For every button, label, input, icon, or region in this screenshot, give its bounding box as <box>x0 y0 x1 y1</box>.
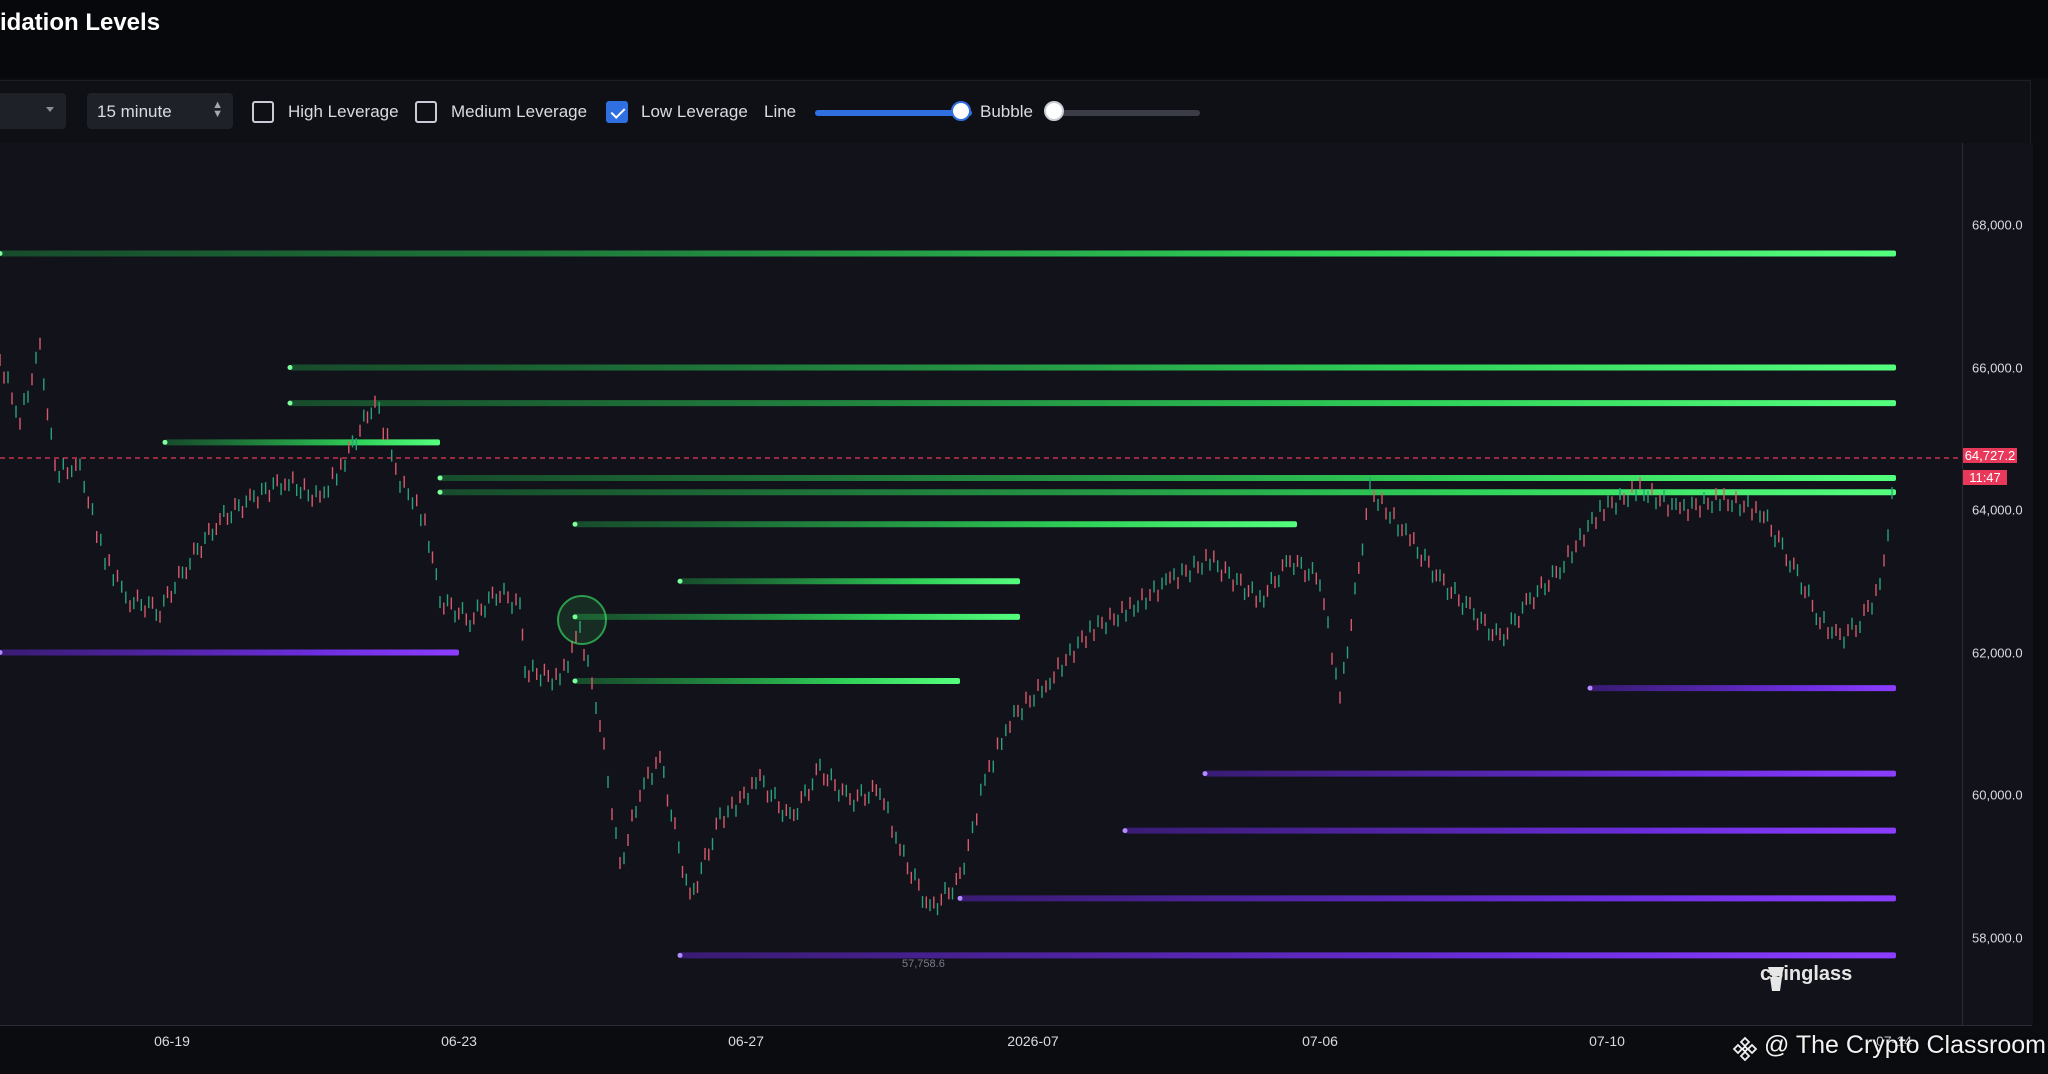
level-start-dot <box>437 475 443 481</box>
x-tick-label: 07-06 <box>1302 1033 1338 1049</box>
y-tick-label: 62,000.0 <box>1972 645 2023 661</box>
level-start-dot <box>1122 828 1128 834</box>
short-liquidation-level <box>680 952 1896 959</box>
binance-logo-icon <box>1732 1036 1758 1062</box>
x-tick-label: 06-23 <box>441 1033 477 1049</box>
long-liquidation-level <box>575 521 1297 528</box>
x-tick-label: 06-19 <box>154 1033 190 1049</box>
level-start-dot <box>1202 771 1208 777</box>
level-start-dot <box>1587 685 1593 691</box>
long-liquidation-level <box>440 489 1896 496</box>
long-liquidation-level <box>575 613 1020 620</box>
level-start-dot <box>677 578 683 584</box>
liquidation-bubble-fill <box>558 596 606 644</box>
short-liquidation-level <box>1205 770 1896 777</box>
y-tick-label: 66,000.0 <box>1972 360 2023 376</box>
level-start-dot <box>287 365 293 370</box>
level-start-dot <box>572 678 578 684</box>
long-liquidation-level <box>0 250 1896 257</box>
long-liquidation-level <box>290 400 1896 407</box>
short-liquidation-level <box>0 649 459 656</box>
long-liquidation-level <box>290 364 1896 371</box>
long-liquidation-level <box>165 439 440 446</box>
x-tick-label: 06-27 <box>728 1033 764 1049</box>
x-tick-label: 2026-07 <box>1007 1033 1059 1049</box>
long-liquidation-level <box>575 678 960 684</box>
current-price-tag: 64,727.2 <box>1963 448 2017 463</box>
level-start-dot <box>572 521 578 527</box>
y-tick-label: 58,000.0 <box>1972 930 2023 946</box>
short-liquidation-level <box>1125 827 1896 834</box>
credit-text: @ The Crypto Classroom <box>1764 1031 2046 1059</box>
short-liquidation-level <box>1590 685 1896 692</box>
y-tick-label: 64,000.0 <box>1972 502 2023 518</box>
y-tick-label: 68,000.0 <box>1972 217 2023 233</box>
level-start-dot <box>162 439 168 445</box>
long-liquidation-level <box>440 474 1896 481</box>
short-liquidation-level <box>960 895 1896 902</box>
level-start-dot <box>957 895 963 901</box>
liquidation-chart <box>0 250 1962 959</box>
candle-countdown-tag: 11:47 <box>1963 470 2007 485</box>
x-tick-label: 07-10 <box>1589 1033 1625 1049</box>
low-price-marker: 57,758.6 <box>902 958 945 970</box>
level-start-dot <box>437 489 443 495</box>
level-start-dot <box>677 952 683 958</box>
long-liquidation-level <box>680 578 1020 585</box>
y-tick-label: 60,000.0 <box>1972 787 2023 803</box>
level-start-dot <box>287 400 293 406</box>
coinglass-watermark: coinglass <box>1760 963 1853 985</box>
